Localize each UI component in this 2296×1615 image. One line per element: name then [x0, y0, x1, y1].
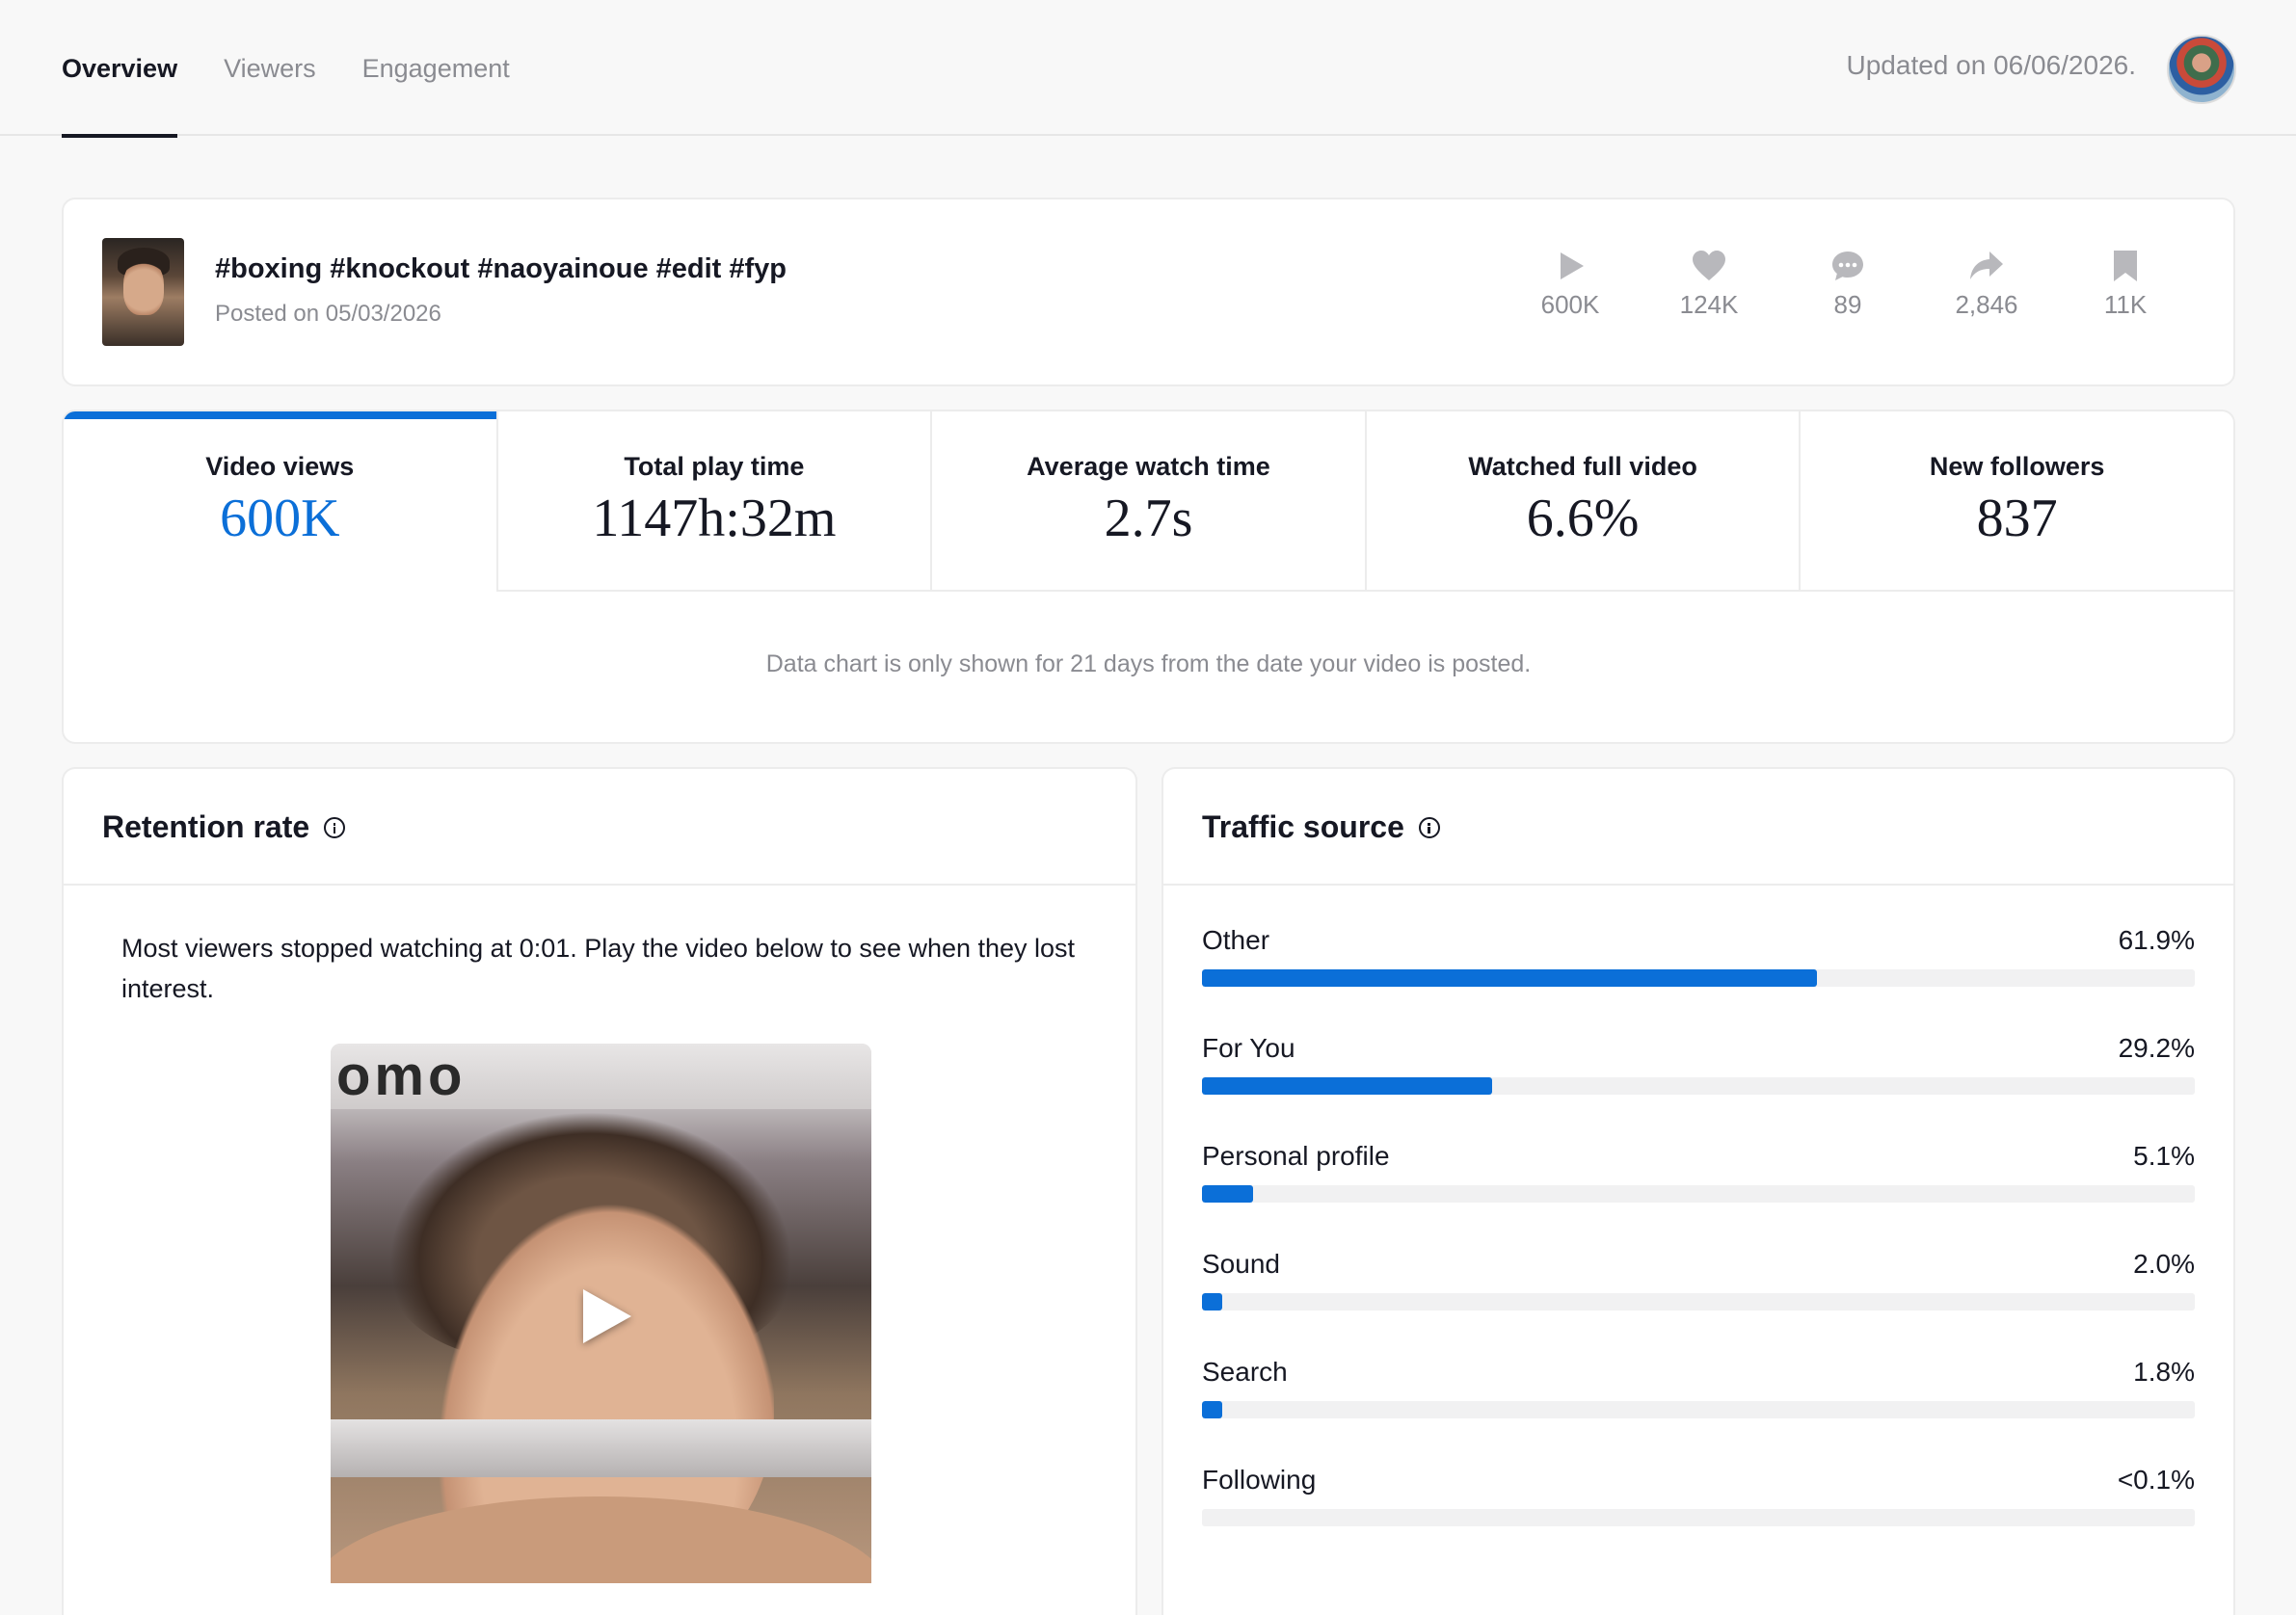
- post-card: #boxing #knockout #naoyainoue #edit #fyp…: [62, 198, 2235, 386]
- top-bar: Overview Viewers Engagement Updated on 0…: [0, 0, 2296, 138]
- source-bar-fill: [1202, 1401, 1222, 1418]
- metric-average-watch-time[interactable]: Average watch time 2.7s: [930, 411, 1365, 592]
- source-name: Other: [1202, 925, 1270, 955]
- stat-likes: 124K: [1640, 250, 1778, 320]
- metric-value: 837: [1976, 489, 2058, 548]
- comments-count: 89: [1833, 290, 1862, 319]
- retention-card: Retention rate Most viewers stopped watc…: [62, 767, 1137, 1615]
- stat-views: 600K: [1501, 250, 1640, 320]
- retention-title-text: Retention rate: [102, 809, 310, 844]
- play-icon[interactable]: [583, 1289, 631, 1343]
- metric-watched-full-video[interactable]: Watched full video 6.6%: [1364, 411, 1800, 592]
- metric-value: 600K: [220, 489, 340, 548]
- source-percent: 5.1%: [2133, 1141, 2195, 1171]
- info-icon[interactable]: [324, 817, 346, 838]
- shares-count: 2,846: [1955, 290, 2018, 319]
- traffic-source-personal-profile: Personal profile 5.1%: [1202, 1141, 2195, 1249]
- traffic-source-other: Other 61.9%: [1202, 925, 2195, 1033]
- retention-video-player[interactable]: omo: [331, 1044, 871, 1583]
- stat-comments: 89: [1778, 250, 1917, 320]
- metric-value: 6.6%: [1526, 489, 1640, 548]
- source-bar-track: [1202, 1077, 2195, 1095]
- post-stats: 600K 124K 89 2,846 11K: [1501, 250, 2195, 320]
- metric-label: Watched full video: [1468, 452, 1697, 481]
- source-bar-track: [1202, 1293, 2195, 1311]
- analytics-tabs: Overview Viewers Engagement: [62, 0, 556, 138]
- metric-label: Video views: [205, 452, 355, 481]
- source-percent: 1.8%: [2133, 1357, 2195, 1387]
- source-bar-fill: [1202, 1077, 1492, 1095]
- traffic-title-text: Traffic source: [1202, 809, 1404, 844]
- tab-overview[interactable]: Overview: [62, 0, 178, 138]
- metric-label: Total play time: [624, 452, 805, 481]
- metric-tabs: Video views 600K Total play time 1147h:3…: [64, 411, 2233, 592]
- source-percent: 2.0%: [2133, 1249, 2195, 1279]
- traffic-source-sound: Sound 2.0%: [1202, 1249, 2195, 1357]
- source-bar-fill: [1202, 1293, 1222, 1311]
- tab-engagement[interactable]: Engagement: [362, 0, 510, 136]
- comment-icon: [1832, 252, 1863, 280]
- post-date: Posted on 05/03/2026: [215, 301, 441, 327]
- video-thumbnail[interactable]: [102, 238, 184, 346]
- source-name: Personal profile: [1202, 1141, 1390, 1171]
- metric-new-followers[interactable]: New followers 837: [1799, 411, 2233, 592]
- traffic-source-following: Following <0.1%: [1202, 1465, 2195, 1573]
- metric-value: 2.7s: [1104, 489, 1193, 548]
- metric-video-views[interactable]: Video views 600K: [64, 411, 496, 592]
- source-bar-track: [1202, 969, 2195, 987]
- stat-shares: 2,846: [1917, 250, 2056, 320]
- share-icon: [1970, 252, 2003, 279]
- post-title: #boxing #knockout #naoyainoue #edit #fyp: [215, 253, 788, 284]
- traffic-source-search: Search 1.8%: [1202, 1357, 2195, 1465]
- metrics-card: Video views 600K Total play time 1147h:3…: [62, 410, 2235, 744]
- video-banner-text: omo: [331, 1044, 871, 1109]
- avatar[interactable]: [2167, 35, 2236, 104]
- views-count: 600K: [1540, 290, 1600, 319]
- source-name: Search: [1202, 1357, 1288, 1387]
- panel-header: Traffic source: [1163, 769, 2233, 886]
- source-bar-track: [1202, 1509, 2195, 1526]
- updated-timestamp: Updated on 06/06/2026.: [1846, 50, 2136, 80]
- source-percent: <0.1%: [2117, 1465, 2195, 1495]
- source-bar-fill: [1202, 969, 1817, 987]
- likes-count: 124K: [1679, 290, 1739, 319]
- source-name: Sound: [1202, 1249, 1280, 1279]
- source-bar-track: [1202, 1401, 2195, 1418]
- tab-viewers[interactable]: Viewers: [224, 0, 316, 136]
- source-percent: 29.2%: [2118, 1033, 2195, 1063]
- chart-availability-note: Data chart is only shown for 21 days fro…: [765, 650, 1532, 677]
- stat-saves: 11K: [2056, 250, 2195, 320]
- metric-label: New followers: [1929, 452, 2105, 481]
- traffic-title: Traffic source: [1202, 809, 1440, 845]
- metric-value: 1147h:32m: [592, 489, 837, 548]
- bookmark-icon: [2114, 251, 2137, 281]
- retention-description: Most viewers stopped watching at 0:01. P…: [121, 934, 1076, 1003]
- heart-icon: [1693, 251, 1725, 280]
- source-bar-track: [1202, 1185, 2195, 1203]
- traffic-source-for-you: For You 29.2%: [1202, 1033, 2195, 1141]
- play-icon: [1561, 252, 1584, 279]
- info-icon[interactable]: [1418, 817, 1440, 838]
- panel-header: Retention rate: [64, 769, 1135, 886]
- metric-total-play-time[interactable]: Total play time 1147h:32m: [495, 411, 931, 592]
- source-name: For You: [1202, 1033, 1295, 1063]
- source-percent: 61.9%: [2118, 925, 2195, 955]
- traffic-source-card: Traffic source Other 61.9% For You 29.2%…: [1161, 767, 2235, 1615]
- source-name: Following: [1202, 1465, 1317, 1495]
- metric-label: Average watch time: [1027, 452, 1270, 481]
- source-bar-fill: [1202, 1185, 1253, 1203]
- retention-title: Retention rate: [102, 809, 346, 845]
- saves-count: 11K: [2103, 290, 2148, 319]
